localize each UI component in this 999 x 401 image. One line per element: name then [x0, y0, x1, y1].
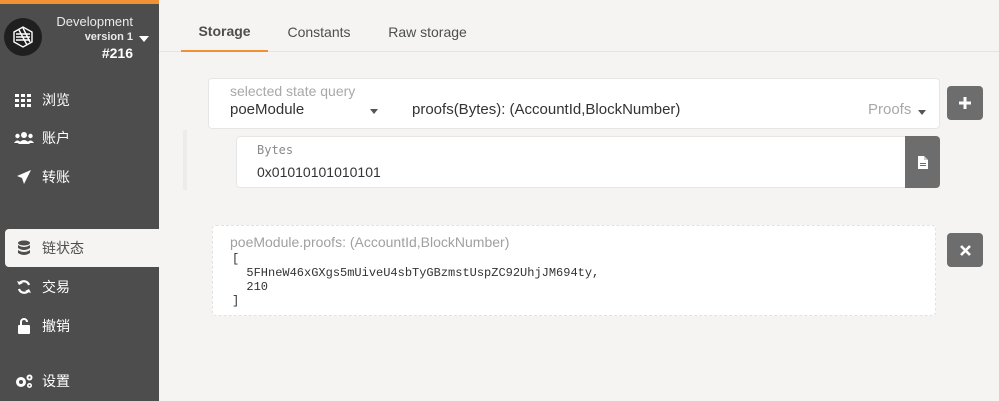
- best-block-number: #216: [101, 45, 133, 61]
- sidebar-item-label: 链状态: [42, 240, 84, 256]
- sidebar-item-chainstate[interactable]: 链状态: [5, 229, 159, 267]
- sidebar-item-explorer[interactable]: 浏览: [0, 81, 159, 119]
- chain-info[interactable]: Development version 1 #216: [56, 14, 133, 61]
- sidebar: Development version 1 #216 浏览 账户 转账 链状态 …: [0, 0, 159, 401]
- cogs-icon: [14, 373, 34, 389]
- bytes-input[interactable]: Bytes 0x01010101010101: [236, 136, 906, 188]
- sidebar-item-label: 设置: [42, 373, 70, 389]
- send-icon: [14, 169, 34, 185]
- chain-version: version 1: [84, 31, 133, 43]
- unlock-icon: [14, 318, 34, 334]
- th-icon: [14, 92, 34, 108]
- file-icon: [917, 155, 928, 169]
- chevron-down-icon[interactable]: [370, 109, 378, 114]
- sidebar-item-settings[interactable]: 设置: [0, 362, 159, 400]
- result-title: poeModule.proofs: (AccountId,BlockNumber…: [230, 234, 510, 250]
- file-upload-button[interactable]: [905, 136, 940, 188]
- sidebar-accent-bar: [0, 0, 159, 4]
- tab-bar: Storage Constants Raw storage: [159, 0, 999, 52]
- method-dropdown[interactable]: proofs(Bytes): (AccountId,BlockNumber): [412, 101, 680, 118]
- sidebar-item-transfer[interactable]: 转账: [0, 158, 159, 196]
- query-label: selected state query: [230, 83, 356, 99]
- close-icon: [959, 244, 971, 256]
- query-result: poeModule.proofs: (AccountId,BlockNumber…: [212, 225, 936, 316]
- sidebar-item-label: 交易: [42, 279, 70, 295]
- param-label: Bytes: [257, 143, 294, 157]
- state-query-selector: selected state query poeModule proofs(By…: [208, 78, 940, 129]
- remove-query-button[interactable]: [947, 233, 983, 267]
- sidebar-item-extrinsics[interactable]: 交易: [0, 268, 159, 306]
- substrate-logo[interactable]: [4, 18, 42, 56]
- chain-name: Development: [56, 14, 133, 29]
- tab-storage[interactable]: Storage: [181, 12, 268, 52]
- users-icon: [14, 130, 34, 146]
- tab-raw-storage[interactable]: Raw storage: [379, 12, 476, 52]
- sync-icon: [14, 279, 34, 295]
- chevron-down-icon[interactable]: [918, 110, 926, 115]
- sidebar-item-label: 账户: [42, 130, 70, 146]
- tab-constants[interactable]: Constants: [279, 12, 359, 52]
- database-icon: [14, 240, 34, 256]
- chevron-down-icon[interactable]: [139, 36, 149, 42]
- sidebar-item-label: 转账: [42, 169, 70, 185]
- sidebar-item-sudo[interactable]: 撤销: [0, 307, 159, 345]
- add-query-button[interactable]: [947, 86, 983, 120]
- result-value: [ 5FHneW46xGXgs5mUiveU4sbTyGBzmstUspZC92…: [232, 252, 600, 308]
- sidebar-item-label: 撤销: [42, 318, 70, 334]
- module-dropdown[interactable]: poeModule: [230, 101, 304, 118]
- sidebar-item-accounts[interactable]: 账户: [0, 119, 159, 157]
- param-indent-bar: [183, 130, 187, 190]
- sidebar-item-label: 浏览: [42, 92, 70, 108]
- param-value[interactable]: 0x01010101010101: [257, 164, 381, 180]
- plus-icon: [959, 97, 971, 109]
- method-doc: Proofs: [868, 101, 912, 118]
